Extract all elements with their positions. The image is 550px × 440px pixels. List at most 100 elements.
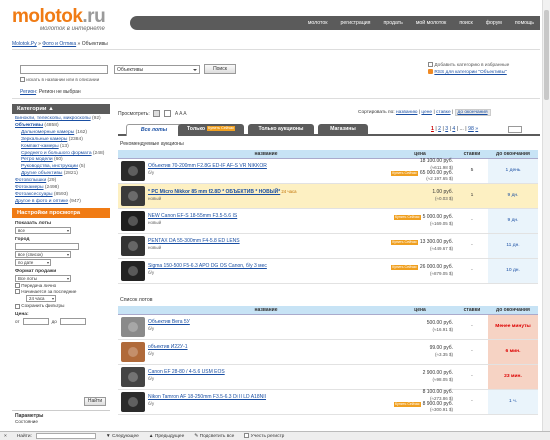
search-desc-checkbox[interactable] <box>20 77 25 83</box>
table-row[interactable]: объектив И22У-1 б/у 99.00 руб. (≈3.35 $) -6 … <box>118 339 538 365</box>
search-input[interactable] <box>20 65 108 74</box>
find-prev-button[interactable]: ▲ Предыдущее <box>149 434 184 439</box>
pager-page[interactable]: 4 <box>452 126 455 132</box>
save-filters-option[interactable]: Сохранить фильтры <box>15 303 107 309</box>
nav-item[interactable]: помощь <box>515 20 534 26</box>
tab-all-lots[interactable]: Все лоты <box>126 124 182 136</box>
find-next-button[interactable]: ▼ Следующее <box>106 434 139 439</box>
pager-page[interactable]: 3 <box>445 126 448 132</box>
category-link[interactable]: Другие объективы <box>21 171 62 176</box>
site-logo[interactable]: molotok.ru <box>12 6 106 28</box>
rss-link[interactable]: RSS для категории "Объективы" <box>434 70 506 75</box>
transfer-checkbox[interactable] <box>15 283 20 289</box>
settings-header[interactable]: Настройки просмотра <box>12 207 110 218</box>
col-name[interactable]: название <box>148 150 384 159</box>
category-link[interactable]: Ретро модели <box>21 157 53 162</box>
col-ends[interactable]: до окончания <box>488 306 538 315</box>
find-input[interactable] <box>35 433 96 439</box>
lot-title-link[interactable]: PENTAX DA 55-300mm F4-5.8 ED LENS <box>148 238 240 245</box>
table-row[interactable]: NEW Canon EF-S 18-55mm F3.5-5.6 IS новый К… <box>118 208 538 234</box>
sort-option[interactable]: ставке <box>436 110 451 115</box>
table-row[interactable]: Sigma 150-500 F5-6.3 APO DG OS Canon, б/… <box>118 258 538 284</box>
category-link[interactable]: Компакт-камеры <box>21 144 59 149</box>
col-price[interactable]: цена <box>384 306 456 315</box>
match-case-checkbox[interactable] <box>244 433 250 439</box>
table-row[interactable]: Объектив Вега 5У б/у 500.00 руб. (≈16.91 $)… <box>118 314 538 340</box>
category-link[interactable]: Объективы <box>15 123 43 128</box>
table-row[interactable]: PENTAX DA 55-300mm F4-5.8 ED LENS новый Ку… <box>118 233 538 259</box>
category-link[interactable]: Зеркальные камеры <box>21 137 67 142</box>
col-name[interactable]: название <box>148 306 384 315</box>
table-row[interactable]: Объектив 70-200mm F2.8G ED-IF AF-S VR NI… <box>118 158 538 184</box>
table-row[interactable]: * PC Micro Nikkor 85 mm f2.8D * ОБЪЕКТИВ… <box>118 183 538 209</box>
sort-option[interactable]: до окончания <box>454 109 491 116</box>
close-icon[interactable]: × <box>4 434 7 439</box>
lot-title-link[interactable]: Nikon Tamron AF 18-250mm F3.5-6.3 Di II … <box>148 394 266 401</box>
lot-title-link[interactable]: Canon EF 28-80 / 4-5.6 USM EOS <box>148 369 225 376</box>
pager-jump-input[interactable] <box>508 126 522 133</box>
tab-buy-now[interactable]: Только Купить Сейчас <box>178 124 244 136</box>
sort-option[interactable]: цене <box>421 110 432 115</box>
find-button[interactable]: Найти <box>84 397 106 406</box>
nav-item[interactable]: мой молоток <box>416 20 446 26</box>
pager-page[interactable]: 98 <box>468 126 474 132</box>
lot-thumbnail[interactable] <box>121 341 145 362</box>
lot-title-link[interactable]: * PC Micro Nikkor 85 mm f2.8D * ОБЪЕКТИВ… <box>148 189 280 195</box>
nav-item[interactable]: поиск <box>459 20 472 26</box>
region-link[interactable]: Регион <box>20 89 36 95</box>
transfer-option[interactable]: Передача лично <box>15 283 107 289</box>
pager-page[interactable]: 2 <box>438 126 441 132</box>
table-row[interactable]: Canon EF 28-80 / 4-5.6 USM EOS б/у 2 900.0… <box>118 364 538 390</box>
category-link[interactable]: Фотокамеры <box>15 185 44 190</box>
col-bids[interactable]: ставки <box>456 306 488 315</box>
lot-thumbnail[interactable] <box>121 235 145 256</box>
show-lots-select[interactable]: все <box>15 226 71 234</box>
lot-thumbnail[interactable] <box>121 391 145 412</box>
breadcrumb-home[interactable]: Molotok.Ру <box>12 41 37 47</box>
hours-select[interactable]: 24 часа <box>26 295 56 303</box>
col-bids[interactable]: ставки <box>456 150 488 159</box>
lot-title-link[interactable]: Объектив 70-200mm F2.8G ED-IF AF-S VR NI… <box>148 163 267 170</box>
lot-title-link[interactable]: объектив И22У-1 <box>148 344 188 351</box>
pager-next-icon[interactable]: » <box>475 126 478 132</box>
lot-thumbnail[interactable] <box>121 366 145 387</box>
tab-auctions[interactable]: Только аукционы <box>248 124 314 136</box>
sale-format-select[interactable]: Все лоты <box>15 274 71 282</box>
price-to-input[interactable] <box>59 317 86 325</box>
sort-option[interactable]: названию <box>396 110 418 115</box>
starting-option[interactable]: Начинается за последние <box>15 289 107 295</box>
save-filters-checkbox[interactable] <box>15 303 20 309</box>
date-sort-select[interactable]: по дате <box>15 258 51 266</box>
nav-item[interactable]: регистрация <box>341 20 371 26</box>
lot-thumbnail[interactable] <box>121 160 145 181</box>
lot-title-link[interactable]: Sigma 150-500 F5-6.3 APO DG OS Canon, б/… <box>148 263 267 270</box>
breadcrumb-category[interactable]: Фото и Оптика <box>42 41 76 47</box>
lot-thumbnail[interactable] <box>121 185 145 206</box>
list-view-icon[interactable] <box>153 110 161 117</box>
category-link[interactable]: Фотоаксессуары <box>15 192 53 197</box>
city-select[interactable]: все (список) <box>15 250 71 258</box>
lot-thumbnail[interactable] <box>121 260 145 281</box>
category-link[interactable]: Бинокли, телескопы, микроскопы <box>15 116 91 121</box>
city-input[interactable] <box>15 242 79 250</box>
search-desc-option[interactable]: искать в названии или в описании <box>20 77 99 83</box>
category-link[interactable]: Среднего и большого формата <box>21 151 92 156</box>
favorite-checkbox[interactable] <box>428 62 433 68</box>
category-link[interactable]: Фотовспышки <box>15 178 46 183</box>
lot-title-link[interactable]: NEW Canon EF-S 18-55mm F3.5-5.6 IS <box>148 213 237 220</box>
vertical-scrollbar[interactable] <box>542 0 550 431</box>
categories-header[interactable]: Категории ▲ <box>12 104 110 114</box>
match-case-option[interactable]: Учесть регистр <box>244 433 284 439</box>
price-from-input[interactable] <box>22 317 49 325</box>
category-link[interactable]: Другое в фото и оптике <box>15 199 68 204</box>
col-price[interactable]: цена <box>384 150 456 159</box>
pager-page[interactable]: 1 <box>431 126 434 132</box>
search-category-select[interactable]: Объективы <box>114 65 200 74</box>
nav-item[interactable]: молоток <box>308 20 328 26</box>
search-button[interactable]: Поиск <box>204 64 236 74</box>
scrollbar-thumb[interactable] <box>544 10 549 100</box>
highlight-all-button[interactable]: ✎ Подсветить все <box>194 434 234 439</box>
table-row[interactable]: Nikon Tamron AF 18-250mm F3.5-6.3 Di II … <box>118 389 538 415</box>
lot-title-link[interactable]: Объектив Вега 5У <box>148 319 190 326</box>
nav-item[interactable]: форум <box>486 20 502 26</box>
